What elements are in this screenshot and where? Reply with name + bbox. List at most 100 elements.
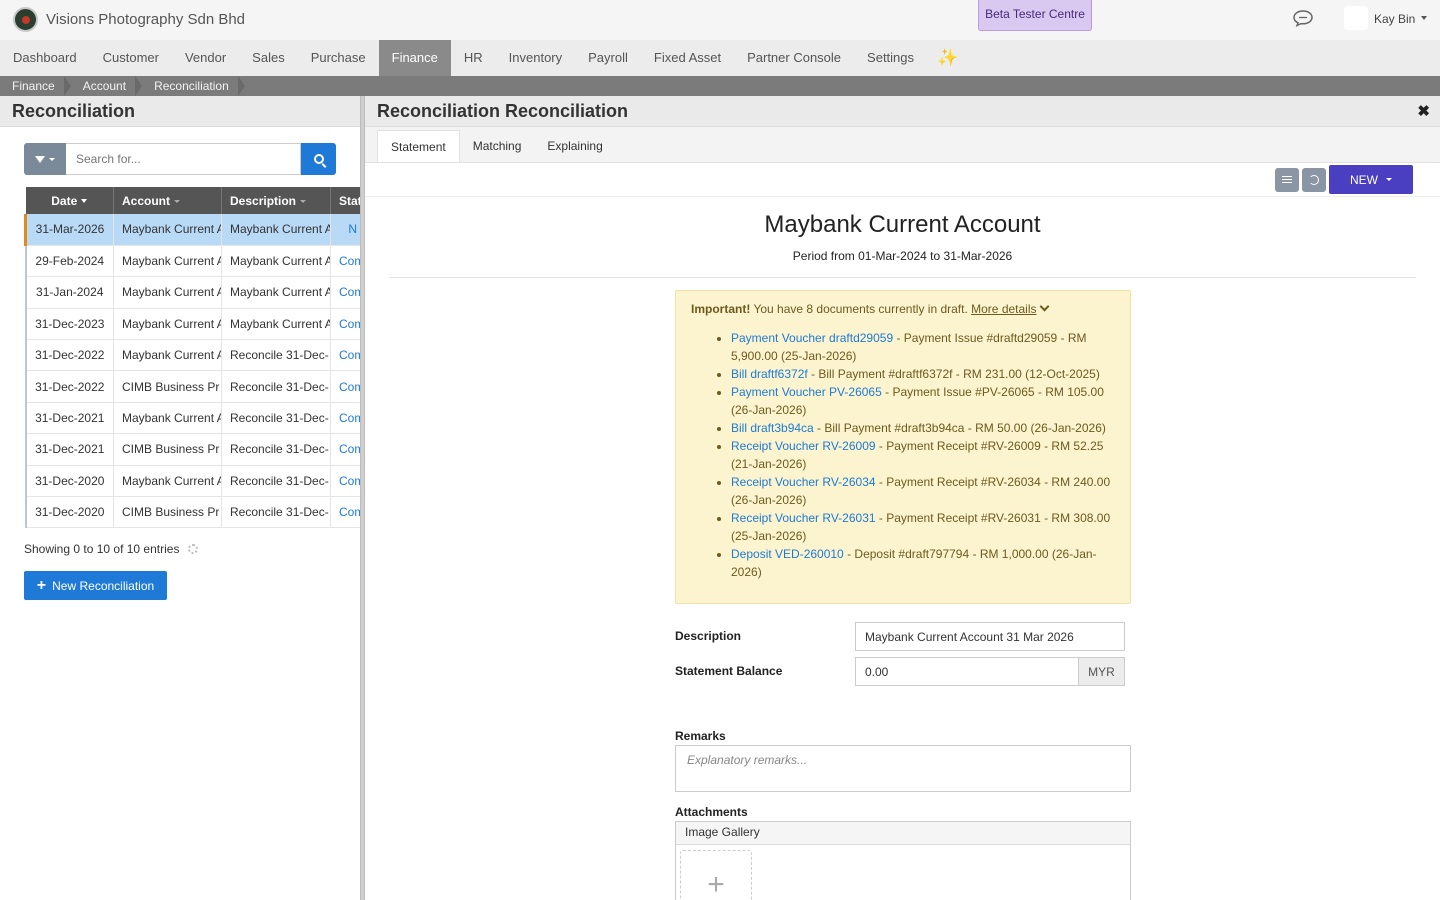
- nav-item-vendor[interactable]: Vendor: [172, 40, 239, 76]
- search-input[interactable]: [66, 143, 301, 175]
- history-icon[interactable]: [1302, 168, 1326, 192]
- draft-document-link[interactable]: Bill draftf6372f: [731, 367, 808, 381]
- tab-matching[interactable]: Matching: [460, 130, 535, 162]
- column-header-label: Account: [122, 193, 170, 208]
- description-field[interactable]: Maybank Current Account 31 Mar 2026: [855, 622, 1125, 651]
- breadcrumb-item-reconciliation[interactable]: Reconciliation: [142, 76, 245, 96]
- reconciliation-detail-panel: Reconciliation Reconciliation ✖ Statemen…: [365, 96, 1440, 900]
- breadcrumb-item-account[interactable]: Account: [71, 76, 143, 96]
- draft-document-link[interactable]: Receipt Voucher RV-26034: [731, 475, 876, 489]
- detail-toolbar: NEW: [365, 163, 1440, 197]
- company-name[interactable]: Visions Photography Sdn Bhd: [46, 11, 245, 28]
- table-row[interactable]: 31-Jan-2024 Maybank Current A Maybank Curr…: [24, 276, 360, 309]
- column-header-label: Description: [230, 193, 297, 208]
- filter-button[interactable]: [24, 143, 66, 175]
- table-row[interactable]: 31-Mar-2026 Maybank Current A Maybank Curr…: [24, 214, 360, 246]
- column-header-account[interactable]: Account: [113, 187, 222, 214]
- statement-balance-field[interactable]: 0.00: [855, 657, 1079, 686]
- alert-strong: Important!: [691, 302, 751, 316]
- list-item: Receipt Voucher RV-26031 - Payment Recei…: [731, 509, 1115, 545]
- nav-item-customer[interactable]: Customer: [90, 40, 172, 76]
- cell-description: Maybank Current A: [221, 245, 331, 278]
- list-view-icon[interactable]: [1275, 168, 1299, 192]
- cell-status: Com: [330, 465, 360, 498]
- new-dropdown-button[interactable]: NEW: [1329, 165, 1413, 194]
- column-header-date[interactable]: Date: [25, 187, 114, 214]
- table-row[interactable]: 31-Dec-2020 Maybank Current A Reconcile 31…: [24, 465, 360, 498]
- cell-account: CIMB Business Pr: [113, 496, 222, 529]
- cell-account: CIMB Business Pr: [113, 370, 222, 403]
- draft-document-link[interactable]: Bill draft3b94ca: [731, 421, 814, 435]
- company-logo[interactable]: [13, 7, 38, 32]
- search-button[interactable]: [301, 143, 336, 175]
- cell-account: CIMB Business Pr: [113, 433, 222, 466]
- column-header-description[interactable]: Description: [221, 187, 331, 214]
- draft-document-link[interactable]: Payment Voucher PV-26065: [731, 385, 882, 399]
- cell-description: Reconcile 31-Dec-: [221, 433, 331, 466]
- cell-date: 29-Feb-2024: [24, 245, 114, 278]
- breadcrumb: Finance Account Reconciliation: [0, 76, 1440, 96]
- reconciliation-list-panel: Reconciliation Date Account Description …: [0, 96, 360, 900]
- top-header: Visions Photography Sdn Bhd Beta Tester …: [0, 0, 1440, 40]
- cell-account: Maybank Current A: [113, 465, 222, 498]
- table-row[interactable]: 31-Dec-2021 Maybank Current A Reconcile 31…: [24, 402, 360, 435]
- new-reconciliation-button[interactable]: + New Reconciliation: [24, 571, 167, 600]
- tab-statement[interactable]: Statement: [377, 130, 460, 162]
- cell-description: Reconcile 31-Dec-: [221, 402, 331, 435]
- nav-item-purchase[interactable]: Purchase: [298, 40, 379, 76]
- list-item: Bill draftf6372f - Bill Payment #draftf6…: [731, 365, 1115, 383]
- table-row[interactable]: 31-Dec-2020 CIMB Business Pr Reconcile 31-…: [24, 496, 360, 529]
- sparkle-icon[interactable]: ✨: [927, 40, 968, 76]
- cell-date: 31-Jan-2024: [24, 276, 114, 309]
- chevron-down-icon[interactable]: [1039, 301, 1049, 312]
- chevron-down-icon: [49, 157, 55, 161]
- table-row[interactable]: 31-Dec-2021 CIMB Business Pr Reconcile 31-…: [24, 433, 360, 466]
- draft-document-link[interactable]: Deposit VED-260010: [731, 547, 844, 561]
- alert-text: You have 8 documents currently in draft.: [750, 302, 972, 316]
- entries-info: Showing 0 to 10 of 10 entries: [24, 542, 180, 556]
- cell-description: Reconcile 31-Dec-: [221, 339, 331, 372]
- remarks-textarea[interactable]: Explanatory remarks...: [675, 745, 1131, 792]
- more-details-link[interactable]: More details: [971, 302, 1036, 316]
- list-item: Payment Voucher draftd29059 - Payment Is…: [731, 329, 1115, 365]
- table-row[interactable]: 31-Dec-2022 CIMB Business Pr Reconcile 31-…: [24, 370, 360, 403]
- cell-status: Com: [330, 496, 360, 529]
- table-header-row: Date Account Description Stat: [25, 187, 360, 214]
- breadcrumb-item-finance[interactable]: Finance: [0, 76, 71, 96]
- currency-addon: MYR: [1078, 657, 1125, 686]
- cell-status: Com: [330, 339, 360, 372]
- close-icon[interactable]: ✖: [1417, 102, 1430, 120]
- nav-item-inventory[interactable]: Inventory: [496, 40, 575, 76]
- user-name[interactable]: Kay Bin: [1374, 12, 1415, 26]
- nav-item-fixed-asset[interactable]: Fixed Asset: [641, 40, 734, 76]
- sort-desc-icon: [81, 199, 88, 204]
- nav-item-partner-console[interactable]: Partner Console: [734, 40, 854, 76]
- draft-document-detail: - Bill Payment #draft3b94ca - RM 50.00 (…: [813, 421, 1106, 435]
- table-row[interactable]: 31-Dec-2023 Maybank Current A Maybank Curr…: [24, 308, 360, 341]
- cell-status: Com: [330, 402, 360, 435]
- draft-document-link[interactable]: Receipt Voucher RV-26031: [731, 511, 876, 525]
- nav-item-dashboard[interactable]: Dashboard: [0, 40, 90, 76]
- list-item: Receipt Voucher RV-26009 - Payment Recei…: [731, 437, 1115, 473]
- cell-status: N: [330, 214, 360, 246]
- table-row[interactable]: 31-Dec-2022 Maybank Current A Reconcile 31…: [24, 339, 360, 372]
- image-gallery: Image Gallery +: [675, 821, 1131, 900]
- user-menu-caret-icon[interactable]: [1421, 16, 1427, 20]
- tab-explaining[interactable]: Explaining: [534, 130, 615, 162]
- nav-item-hr[interactable]: HR: [451, 40, 496, 76]
- nav-item-finance[interactable]: Finance: [378, 40, 451, 76]
- beta-tester-button[interactable]: Beta Tester Centre: [978, 0, 1092, 31]
- nav-item-settings[interactable]: Settings: [854, 40, 927, 76]
- table-row[interactable]: 29-Feb-2024 Maybank Current A Maybank Curr…: [24, 245, 360, 278]
- user-avatar[interactable]: [1344, 6, 1368, 30]
- nav-item-sales[interactable]: Sales: [239, 40, 298, 76]
- draft-document-link[interactable]: Payment Voucher draftd29059: [731, 331, 893, 345]
- remarks-label: Remarks: [675, 729, 726, 743]
- draft-document-link[interactable]: Receipt Voucher RV-26009: [731, 439, 876, 453]
- column-header-status[interactable]: Stat: [330, 187, 360, 214]
- chat-icon[interactable]: [1292, 9, 1314, 27]
- add-image-tile[interactable]: +: [680, 850, 752, 900]
- nav-item-payroll[interactable]: Payroll: [575, 40, 641, 76]
- cell-description: Maybank Current A: [221, 214, 331, 246]
- draft-document-detail: - Bill Payment #draftf6372f - RM 231.00 …: [807, 367, 1100, 381]
